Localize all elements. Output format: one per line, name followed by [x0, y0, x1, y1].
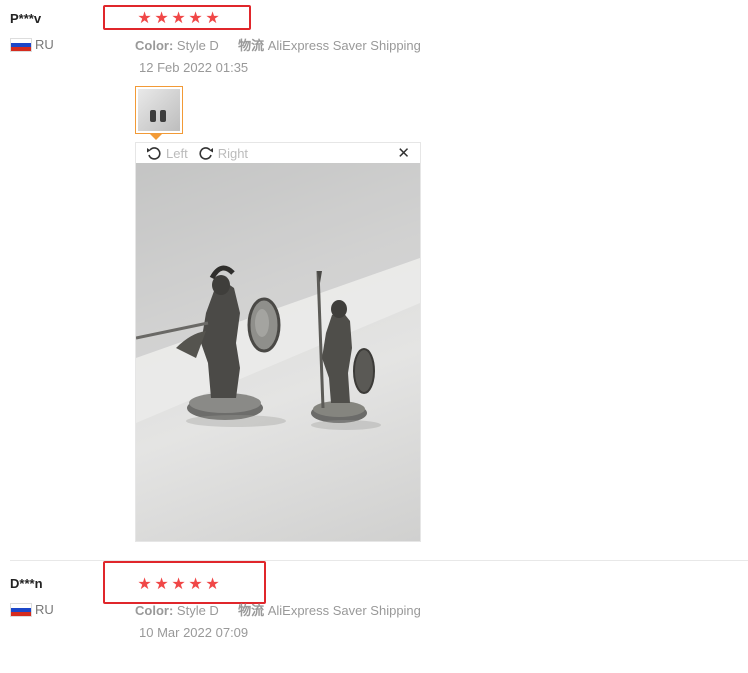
- star-icon: ★: [154, 576, 169, 593]
- star-icon: ★: [137, 576, 152, 593]
- reviewer-country: RU: [10, 602, 54, 617]
- reviewer-name: P***v: [10, 11, 42, 26]
- review-photo-thumbnail[interactable]: [135, 86, 183, 134]
- shipping-value: AliExpress Saver Shipping: [267, 603, 421, 618]
- figure-silhouette: [160, 110, 166, 122]
- review-sku-info: Color: Style D 物流 AliExpress Saver Shipp…: [135, 600, 421, 619]
- review-item: P***v RU ★ ★ ★ ★ ★ Color: Style D 物流 Ali…: [0, 0, 748, 560]
- star-icon: ★: [137, 10, 152, 27]
- color-label: Color:: [135, 38, 174, 53]
- rotate-right-label: Right: [217, 145, 249, 161]
- country-code: RU: [35, 37, 54, 52]
- review-date: 10 Mar 2022 07:09: [139, 625, 249, 640]
- russia-flag-icon: [10, 602, 32, 617]
- photo-viewer: Left Right ✕: [135, 142, 421, 542]
- close-icon[interactable]: ✕: [397, 144, 410, 162]
- rating-highlight-box: ★ ★ ★ ★ ★: [103, 5, 251, 30]
- rotate-right-icon: [199, 147, 213, 160]
- reviewer-name: D***n: [10, 576, 43, 591]
- star-icon: ★: [171, 10, 186, 27]
- figure-silhouette: [150, 110, 156, 122]
- tin-soldiers-photo: [136, 163, 420, 430]
- star-rating: ★ ★ ★ ★ ★: [137, 11, 220, 27]
- star-icon: ★: [188, 576, 203, 593]
- review-sku-info: Color: Style D 物流 AliExpress Saver Shipp…: [135, 35, 421, 54]
- rotate-right-button[interactable]: Right: [198, 146, 248, 161]
- color-value: Style D: [176, 603, 219, 618]
- star-icon: ★: [205, 10, 220, 27]
- star-icon: ★: [154, 10, 169, 27]
- rating-highlight-box: ★ ★ ★ ★ ★: [103, 561, 266, 604]
- shipping-label: 物流: [238, 603, 265, 618]
- color-value: Style D: [176, 38, 219, 53]
- color-label: Color:: [135, 603, 174, 618]
- star-icon: ★: [171, 576, 186, 593]
- reviewer-country: RU: [10, 37, 54, 52]
- viewer-toolbar: Left Right ✕: [136, 143, 420, 163]
- thumbnail-pointer: [150, 134, 162, 140]
- star-icon: ★: [188, 10, 203, 27]
- thumbnail-image: [138, 89, 180, 131]
- country-code: RU: [35, 602, 54, 617]
- rotate-left-button[interactable]: Left: [146, 146, 188, 161]
- review-item: D***n RU ★ ★ ★ ★ ★ Color: Style D 物流 Ali…: [0, 561, 748, 673]
- shipping-label: 物流: [238, 38, 265, 53]
- review-photo: [136, 163, 420, 541]
- star-icon: ★: [205, 576, 220, 593]
- review-date: 12 Feb 2022 01:35: [139, 60, 249, 75]
- star-rating: ★ ★ ★ ★ ★: [137, 577, 220, 593]
- rotate-left-label: Left: [166, 145, 188, 161]
- russia-flag-icon: [10, 37, 32, 52]
- shipping-value: AliExpress Saver Shipping: [267, 38, 421, 53]
- rotate-left-icon: [147, 147, 161, 160]
